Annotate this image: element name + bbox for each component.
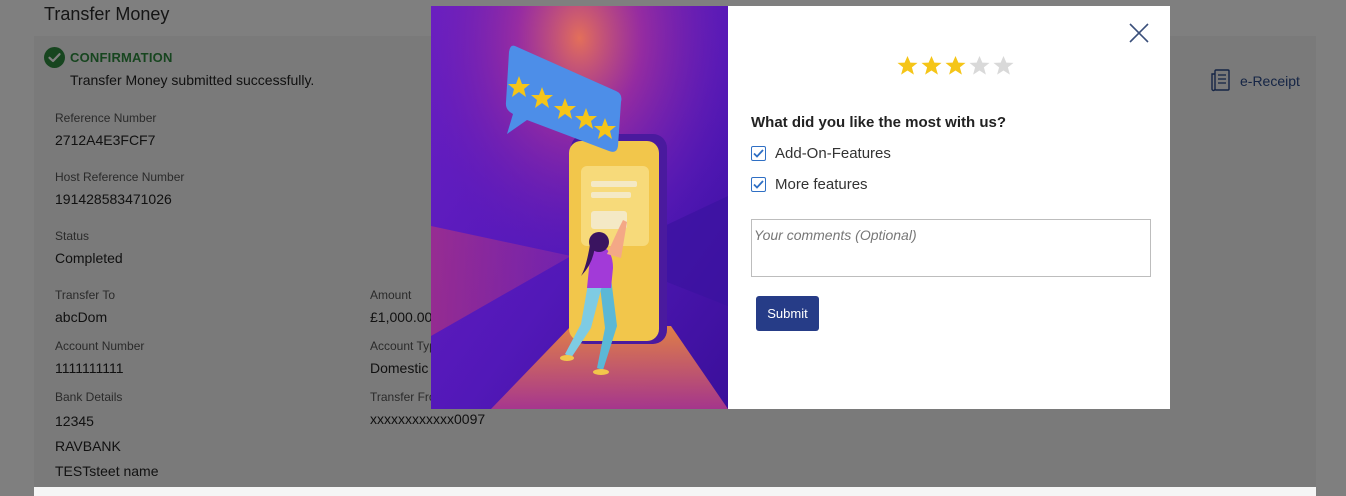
star-rating (896, 55, 1015, 76)
option-label: Add-On-Features (775, 145, 891, 162)
checkbox-checked-icon[interactable] (751, 146, 766, 161)
option-add-on-features[interactable]: Add-On-Features (751, 145, 891, 162)
rating-illustration (431, 6, 728, 409)
star-icon[interactable] (992, 55, 1015, 76)
submit-button[interactable]: Submit (756, 296, 819, 331)
star-icon[interactable] (968, 55, 991, 76)
close-icon[interactable] (1128, 22, 1150, 44)
comments-input[interactable] (751, 219, 1151, 277)
feedback-question: What did you like the most with us? (751, 114, 1007, 131)
feedback-panel: What did you like the most with us? Add-… (728, 6, 1170, 409)
option-label: More features (775, 176, 868, 193)
option-more-features[interactable]: More features (751, 176, 868, 193)
star-icon[interactable] (920, 55, 943, 76)
star-icon[interactable] (896, 55, 919, 76)
checkbox-checked-icon[interactable] (751, 177, 766, 192)
feedback-modal: What did you like the most with us? Add-… (431, 6, 1170, 409)
star-icon[interactable] (944, 55, 967, 76)
